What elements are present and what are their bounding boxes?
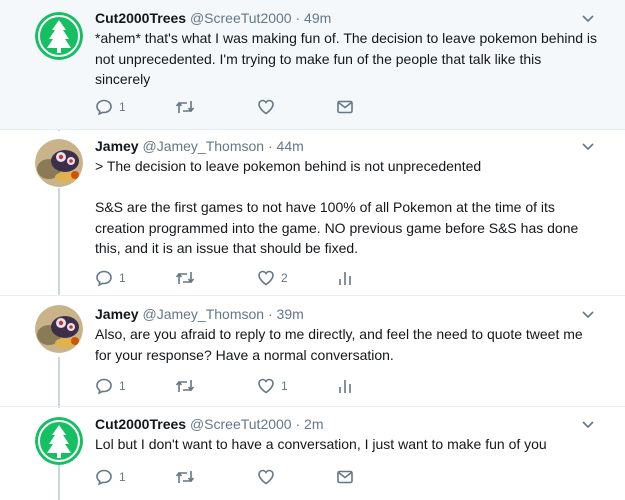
like-button[interactable]	[257, 97, 281, 117]
tweet-text: Lol but I don't want to have a conversat…	[95, 436, 547, 452]
envelope-icon	[337, 470, 353, 484]
reply-icon	[96, 270, 112, 287]
action-bar: 1 1	[95, 376, 395, 396]
timestamp[interactable]: 39m	[277, 306, 304, 322]
analytics-icon	[339, 380, 351, 393]
tweet[interactable]: Cut2000Trees @ScreeTut2000 · 2m Lol but …	[0, 407, 625, 500]
user-handle[interactable]: @Jamey_Thomson	[142, 306, 264, 322]
retweet-icon	[175, 380, 195, 392]
reply-icon	[96, 469, 112, 486]
display-name[interactable]: Jamey	[95, 306, 139, 322]
reply-count: 1	[119, 271, 126, 285]
heart-icon	[258, 469, 274, 485]
direct-message-button[interactable]	[336, 97, 354, 117]
avatar[interactable]	[35, 305, 83, 353]
reply-button[interactable]: 1	[95, 376, 126, 396]
chevron-down-icon[interactable]	[581, 11, 595, 25]
tree-avatar-icon	[35, 12, 83, 60]
like-count: 2	[281, 271, 288, 285]
separator: ·	[267, 306, 273, 322]
tweet[interactable]: Jamey @Jamey_Thomson · 39m Also, are you…	[0, 296, 625, 407]
heart-icon	[258, 270, 274, 286]
retweet-button[interactable]	[175, 97, 195, 117]
display-name[interactable]: Cut2000Trees	[95, 10, 186, 26]
chevron-down-icon[interactable]	[581, 417, 595, 431]
heart-icon	[258, 99, 274, 115]
analytics-button[interactable]	[336, 376, 354, 396]
heart-icon	[258, 378, 274, 394]
tweet-text: Also, are you afraid to reply to me dire…	[95, 326, 587, 363]
timestamp[interactable]: 44m	[277, 138, 304, 154]
retweet-button[interactable]	[175, 376, 195, 396]
envelope-icon	[337, 100, 353, 114]
retweet-button[interactable]	[175, 467, 195, 487]
reply-button[interactable]: 1	[95, 467, 126, 487]
user-handle[interactable]: @ScreeTut2000	[190, 416, 292, 432]
action-bar: 1 2	[95, 268, 395, 288]
tree-avatar-icon	[35, 417, 83, 465]
tweet[interactable]: Jamey @Jamey_Thomson · 44m > The decisio…	[0, 130, 625, 296]
reply-count: 1	[119, 379, 126, 393]
analytics-button[interactable]	[336, 268, 354, 288]
like-button[interactable]: 2	[257, 268, 288, 288]
like-count: 1	[281, 379, 288, 393]
user-handle[interactable]: @ScreeTut2000	[190, 10, 292, 26]
avatar[interactable]	[35, 139, 83, 187]
display-name[interactable]: Cut2000Trees	[95, 416, 186, 432]
separator: ·	[267, 138, 273, 154]
reply-count: 1	[119, 100, 126, 114]
action-bar: 1	[95, 97, 395, 117]
avatar[interactable]	[35, 12, 83, 60]
direct-message-button[interactable]	[336, 467, 354, 487]
jamey-avatar-icon	[35, 305, 83, 353]
separator: ·	[295, 10, 301, 26]
chevron-down-icon[interactable]	[581, 139, 595, 153]
reply-icon	[96, 99, 112, 116]
tweet-text: *ahem* that's what I was making fun of. …	[95, 30, 601, 87]
like-button[interactable]	[257, 467, 281, 487]
tweet-header: Cut2000Trees @ScreeTut2000 · 49m	[95, 9, 331, 27]
reply-icon	[96, 378, 112, 395]
reply-button[interactable]: 1	[95, 268, 126, 288]
analytics-icon	[339, 272, 351, 285]
chevron-down-icon[interactable]	[581, 307, 595, 321]
reply-button[interactable]: 1	[95, 97, 126, 117]
tweet-header: Jamey @Jamey_Thomson · 44m	[95, 137, 304, 155]
action-bar: 1	[95, 467, 395, 487]
jamey-avatar-icon	[35, 139, 83, 187]
separator: ·	[295, 416, 301, 432]
timestamp[interactable]: 2m	[304, 416, 323, 432]
avatar[interactable]	[35, 417, 83, 465]
retweet-icon	[175, 471, 195, 483]
tweet-header: Jamey @Jamey_Thomson · 39m	[95, 305, 304, 323]
tweet-header: Cut2000Trees @ScreeTut2000 · 2m	[95, 415, 324, 433]
tweet-text: > The decision to leave pokemon behind i…	[95, 158, 579, 256]
like-button[interactable]: 1	[257, 376, 288, 396]
retweet-icon	[175, 272, 195, 284]
tweet[interactable]: Cut2000Trees @ScreeTut2000 · 49m *ahem* …	[0, 0, 625, 130]
display-name[interactable]: Jamey	[95, 138, 139, 154]
timestamp[interactable]: 49m	[304, 10, 331, 26]
retweet-button[interactable]	[175, 268, 195, 288]
reply-count: 1	[119, 470, 126, 484]
user-handle[interactable]: @Jamey_Thomson	[142, 138, 264, 154]
retweet-icon	[175, 101, 195, 113]
